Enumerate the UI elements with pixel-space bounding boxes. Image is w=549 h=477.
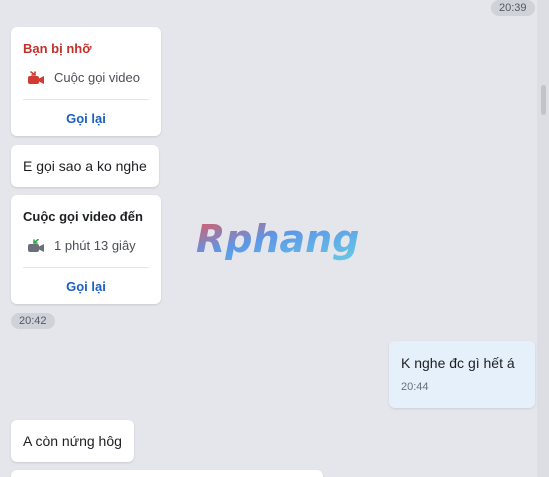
missed-video-call-icon bbox=[27, 70, 47, 85]
scrollbar-thumb[interactable] bbox=[541, 85, 546, 115]
missed-call-card: Bạn bị nhỡ Cuộc gọi video Gọi lại bbox=[11, 27, 161, 136]
callback-button[interactable]: Gọi lại bbox=[11, 279, 161, 294]
time-marker: 20:42 bbox=[11, 313, 55, 329]
received-message: A còn nứng hôg bbox=[11, 420, 134, 462]
incoming-call-duration-label: 1 phút 13 giây bbox=[54, 238, 136, 253]
incoming-video-call-icon bbox=[27, 238, 47, 253]
missed-call-type: Cuộc gọi video bbox=[27, 70, 140, 85]
received-message: E gọi sao a ko nghe bbox=[11, 145, 159, 187]
received-message bbox=[11, 470, 323, 477]
incoming-call-card: Cuộc gọi video đến 1 phút 13 giây Gọi lạ… bbox=[11, 195, 161, 304]
divider bbox=[23, 267, 149, 268]
scrollbar[interactable] bbox=[537, 0, 549, 477]
missed-call-type-label: Cuộc gọi video bbox=[54, 70, 140, 85]
divider bbox=[23, 99, 149, 100]
sent-message-time: 20:44 bbox=[401, 381, 429, 393]
svg-text:Rphang: Rphang bbox=[196, 217, 359, 261]
chat-conversation[interactable]: 20:39 Bạn bị nhỡ Cuộc gọi video Gọi lại … bbox=[0, 0, 537, 477]
watermark-logo: Rphang bbox=[194, 212, 360, 270]
sent-message-text: K nghe đc gì hết á bbox=[401, 355, 515, 371]
missed-call-title: Bạn bị nhỡ bbox=[23, 41, 92, 56]
time-marker: 20:39 bbox=[491, 0, 535, 16]
incoming-call-duration: 1 phút 13 giây bbox=[27, 238, 136, 253]
sent-message: K nghe đc gì hết á 20:44 bbox=[389, 341, 535, 408]
incoming-call-title: Cuộc gọi video đến bbox=[23, 209, 143, 224]
callback-button[interactable]: Gọi lại bbox=[11, 111, 161, 126]
